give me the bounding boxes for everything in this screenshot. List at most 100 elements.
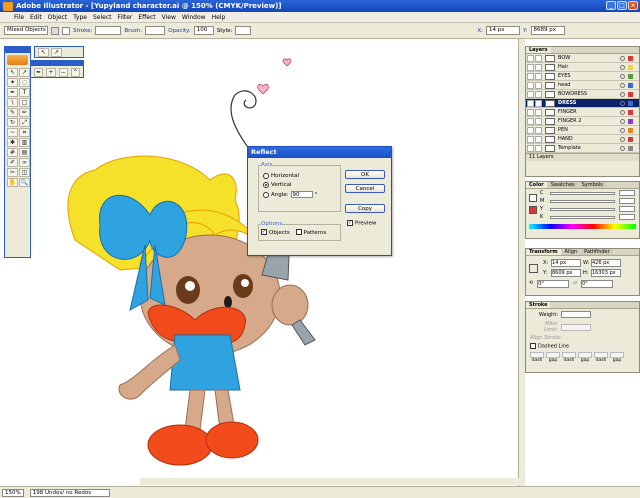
visibility-toggle-icon[interactable]	[527, 108, 534, 116]
target-icon[interactable]	[620, 91, 625, 97]
warp-tool-icon[interactable]: ~	[7, 128, 18, 137]
ok-button[interactable]: OK	[345, 170, 385, 179]
channel-value-field[interactable]	[619, 214, 635, 220]
layer-row[interactable]: BOW	[526, 54, 639, 63]
menu-item-edit[interactable]: Edit	[30, 14, 42, 21]
hand-tool-icon[interactable]: ✋	[7, 178, 18, 187]
stroke-swatch[interactable]	[62, 26, 70, 35]
opacity-field[interactable]: 100	[193, 26, 214, 35]
dash-gap-field[interactable]: gap	[546, 351, 560, 363]
visibility-toggle-icon[interactable]	[527, 144, 534, 152]
angle-field[interactable]: 90	[290, 191, 313, 198]
miter-field[interactable]	[561, 323, 591, 331]
menu-item-filter[interactable]: Filter	[118, 14, 133, 21]
shear-field[interactable]: 0°	[581, 280, 614, 288]
copy-button[interactable]: Copy	[345, 204, 385, 213]
selection-tool-icon[interactable]: ↖	[38, 47, 49, 57]
target-icon[interactable]	[620, 73, 625, 79]
layer-row[interactable]: head	[526, 81, 639, 90]
rotate-tool-icon[interactable]: ↻	[7, 118, 18, 127]
blend-tool-icon[interactable]: ∞	[19, 158, 30, 167]
menu-item-type[interactable]: Type	[73, 14, 87, 21]
mesh-tool-icon[interactable]: #	[7, 148, 18, 157]
lock-toggle-icon[interactable]	[535, 144, 542, 152]
fill-swatch[interactable]	[51, 26, 59, 35]
tab-layers[interactable]: Layers	[526, 47, 551, 53]
delete-anchor-tool-icon[interactable]: −	[58, 68, 68, 77]
target-icon[interactable]	[620, 145, 625, 151]
scissors-tool-icon[interactable]: ✂	[7, 168, 18, 177]
visibility-toggle-icon[interactable]	[527, 117, 534, 125]
visibility-toggle-icon[interactable]	[527, 90, 534, 98]
menu-item-file[interactable]: File	[14, 14, 24, 21]
target-icon[interactable]	[620, 64, 625, 70]
channel-value-field[interactable]	[619, 206, 635, 212]
lock-toggle-icon[interactable]	[535, 81, 542, 89]
cancel-button[interactable]: Cancel	[345, 184, 385, 193]
brush-label[interactable]: Brush:	[124, 28, 142, 34]
lock-toggle-icon[interactable]	[535, 90, 542, 98]
opacity-label[interactable]: Opacity:	[168, 28, 191, 34]
layer-row[interactable]: FINGER	[526, 108, 639, 117]
free-transform-tool-icon[interactable]: ⌗	[19, 128, 30, 137]
pen-tool-icon[interactable]: ✒	[34, 68, 44, 77]
pencil-tool-icon[interactable]: ✏	[19, 108, 30, 117]
zoom-tool-icon[interactable]: 🔍	[19, 178, 30, 187]
add-anchor-tool-icon[interactable]: +	[46, 68, 56, 77]
status-info[interactable]: 198 Undos/ no Redos	[29, 488, 110, 497]
color-spectrum[interactable]	[529, 224, 636, 229]
target-icon[interactable]	[620, 82, 625, 88]
channel-value-field[interactable]	[619, 198, 635, 204]
visibility-toggle-icon[interactable]	[527, 99, 534, 107]
vertical-scrollbar[interactable]	[518, 39, 525, 486]
lock-toggle-icon[interactable]	[535, 135, 542, 143]
lock-toggle-icon[interactable]	[535, 63, 542, 71]
menu-item-view[interactable]: View	[162, 14, 176, 21]
tab-swatches[interactable]: Swatches	[547, 182, 578, 188]
tools-panel-header[interactable]	[5, 47, 30, 53]
tab-transform[interactable]: Transform	[526, 249, 561, 255]
menu-item-window[interactable]: Window	[182, 14, 206, 21]
pen-tool-icon[interactable]: ✒	[7, 88, 18, 97]
channel-value-field[interactable]	[619, 190, 635, 196]
adobe-flower-logo[interactable]	[7, 55, 28, 65]
type-tool-icon[interactable]: T	[19, 88, 30, 97]
minimize-button[interactable]: _	[606, 1, 616, 10]
line-tool-icon[interactable]: \	[7, 98, 18, 107]
stroke-weight-field[interactable]	[95, 26, 122, 35]
stroke-label[interactable]: Stroke:	[73, 28, 92, 34]
dash-gap-field[interactable]: dash	[594, 351, 608, 363]
slice-tool-icon[interactable]: ◫	[19, 168, 30, 177]
channel-slider-m[interactable]: M	[526, 197, 639, 205]
vertical-radio[interactable]: Vertical	[263, 182, 338, 188]
target-icon[interactable]	[620, 55, 625, 61]
x-field[interactable]: 14 px	[486, 26, 521, 35]
symbol-sprayer-tool-icon[interactable]: ✱	[7, 138, 18, 147]
tab-stroke[interactable]: Stroke	[526, 302, 551, 308]
lock-toggle-icon[interactable]	[535, 126, 542, 134]
target-icon[interactable]	[620, 118, 625, 124]
gradient-tool-icon[interactable]: ▤	[19, 148, 30, 157]
column-graph-tool-icon[interactable]: ▥	[19, 138, 30, 147]
lock-toggle-icon[interactable]	[535, 99, 542, 107]
dash-gap-field[interactable]: dash	[530, 351, 544, 363]
objects-checkbox[interactable]: ✓ Objects	[261, 229, 290, 236]
convert-anchor-tool-icon[interactable]: ^	[70, 68, 80, 77]
visibility-toggle-icon[interactable]	[527, 135, 534, 143]
transform-h-field[interactable]: 16303 px	[591, 269, 621, 277]
direct-selection-tool-icon[interactable]: ↗	[51, 47, 62, 57]
tab-align[interactable]: Align	[561, 249, 581, 255]
layer-row[interactable]: HAND	[526, 135, 639, 144]
scale-tool-icon[interactable]: ⤢	[19, 118, 30, 127]
reference-point-icon[interactable]	[529, 263, 538, 273]
visibility-toggle-icon[interactable]	[527, 72, 534, 80]
transform-y-field[interactable]: 8609 px	[551, 269, 581, 277]
transform-w-field[interactable]: 426 px	[591, 259, 621, 267]
layer-row[interactable]: DRESS	[526, 99, 639, 108]
target-icon[interactable]	[620, 136, 625, 142]
menu-item-help[interactable]: Help	[212, 14, 226, 21]
fill-color-swatch[interactable]	[529, 194, 537, 202]
visibility-toggle-icon[interactable]	[527, 126, 534, 134]
menu-item-effect[interactable]: Effect	[138, 14, 155, 21]
eyedropper-tool-icon[interactable]: ✐	[7, 158, 18, 167]
